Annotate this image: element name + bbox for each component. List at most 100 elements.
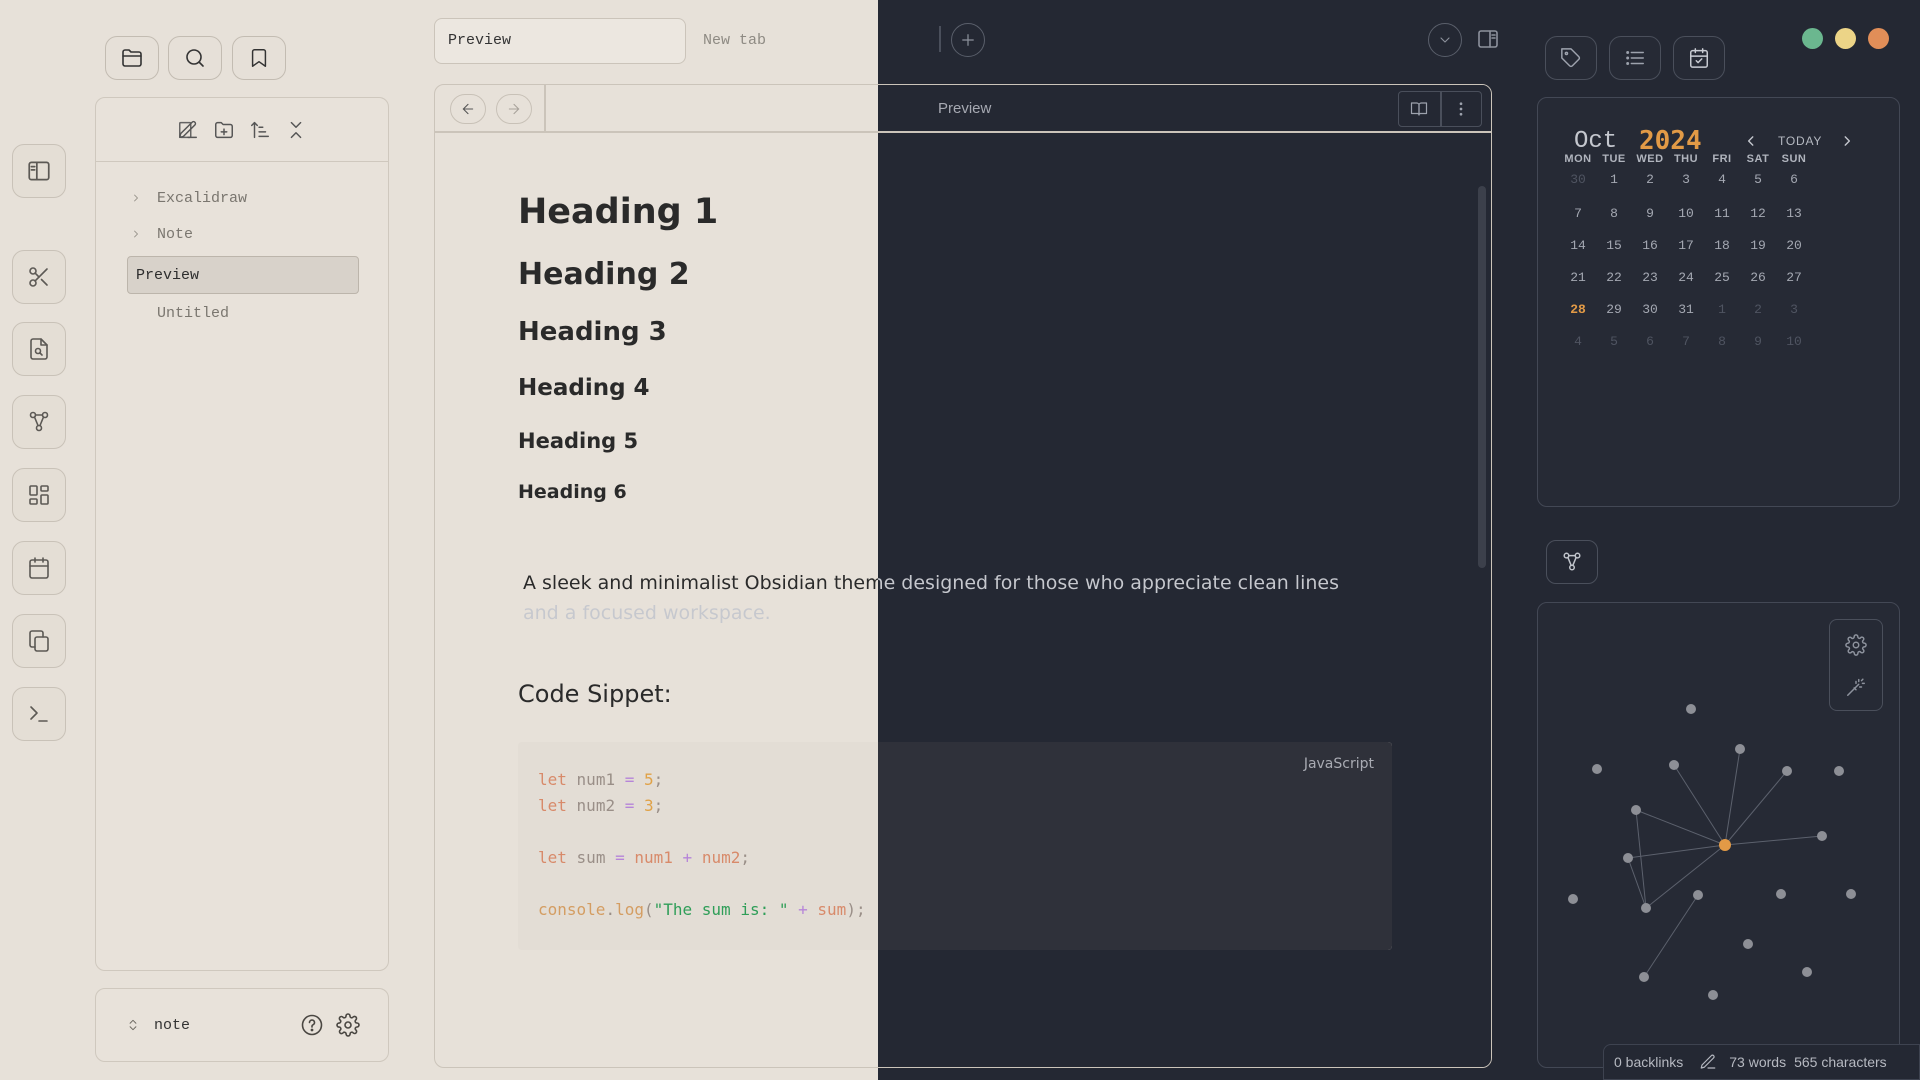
terminal-button[interactable] [12, 687, 66, 741]
calendar-today-button[interactable]: TODAY [1778, 134, 1822, 148]
calendar-day[interactable]: 1 [1594, 172, 1634, 187]
toggle-right-sidebar-button[interactable] [1475, 27, 1501, 51]
calendar-day[interactable]: 20 [1774, 238, 1814, 253]
bookmarks-button[interactable] [232, 36, 286, 80]
calendar-day[interactable]: 30 [1558, 172, 1598, 187]
minimize-window-button[interactable] [1835, 28, 1856, 49]
new-note-icon[interactable] [177, 119, 199, 141]
calendar-day[interactable]: 19 [1738, 238, 1778, 253]
close-window-button[interactable] [1868, 28, 1889, 49]
calendar-day[interactable]: 10 [1666, 206, 1706, 221]
calendar-day[interactable]: 22 [1594, 270, 1634, 285]
calendar-day[interactable]: 7 [1666, 334, 1706, 349]
chevron-right-icon[interactable] [1840, 132, 1854, 150]
calendar-day[interactable]: 23 [1630, 270, 1670, 285]
calendar-day[interactable]: 21 [1558, 270, 1598, 285]
calendar-day[interactable]: 6 [1630, 334, 1670, 349]
calendar-day-today[interactable]: 28 [1558, 302, 1598, 317]
calendar-widget: Oct 2024 TODAY MON TUE WED THU FRI SAT SUN 30 1 2… [1537, 97, 1900, 507]
body-paragraph: A sleek and minimalist Obsidian theme de… [523, 568, 1343, 628]
calendar-day[interactable]: 17 [1666, 238, 1706, 253]
new-tab-button[interactable] [951, 23, 985, 57]
calendar-day[interactable]: 14 [1558, 238, 1598, 253]
outline-button[interactable] [1609, 36, 1661, 80]
calendar-day[interactable]: 12 [1738, 206, 1778, 221]
settings-gear-icon[interactable] [336, 1013, 360, 1037]
chevron-left-icon[interactable] [1744, 132, 1758, 150]
graph-canvas[interactable] [1538, 603, 1901, 1069]
copy-button[interactable] [12, 614, 66, 668]
more-options-icon[interactable] [1451, 100, 1471, 118]
view-header-divider [435, 131, 1491, 133]
tags-button[interactable] [1545, 36, 1597, 80]
calendar-day[interactable]: 8 [1594, 206, 1634, 221]
calendar-day[interactable]: 24 [1666, 270, 1706, 285]
calendar-day[interactable]: 5 [1738, 172, 1778, 187]
graph-view-button[interactable] [12, 395, 66, 449]
chevron-up-down-icon[interactable] [126, 1016, 140, 1034]
daily-note-button[interactable] [12, 541, 66, 595]
backlinks-count[interactable]: 0 backlinks [1614, 1054, 1683, 1070]
code-line: let sum = num1 + num2; [538, 848, 750, 867]
calendar-day[interactable]: 5 [1594, 334, 1634, 349]
calendar-icon [29, 557, 49, 579]
calendar-day[interactable]: 3 [1774, 302, 1814, 317]
calendar-day[interactable]: 2 [1630, 172, 1670, 187]
calendar-day[interactable]: 9 [1630, 206, 1670, 221]
tab-preview[interactable]: Preview [434, 18, 686, 64]
tab-new[interactable]: New tab [703, 32, 766, 49]
maximize-window-button[interactable] [1802, 28, 1823, 49]
new-folder-icon[interactable] [213, 119, 235, 141]
heading-5: Heading 5 [518, 429, 639, 453]
calendar-day[interactable]: 16 [1630, 238, 1670, 253]
calendar-day[interactable]: 4 [1702, 172, 1742, 187]
nav-forward-button[interactable] [496, 94, 532, 124]
calendar-day[interactable]: 6 [1774, 172, 1814, 187]
calendar-day[interactable]: 2 [1738, 302, 1778, 317]
local-graph-button[interactable] [1546, 540, 1598, 584]
calendar-day[interactable]: 9 [1738, 334, 1778, 349]
calendar-day[interactable]: 11 [1702, 206, 1742, 221]
dashboard-button[interactable] [12, 468, 66, 522]
calendar-day[interactable]: 10 [1774, 334, 1814, 349]
tree-file-preview[interactable]: Preview [127, 256, 359, 294]
calendar-day[interactable]: 3 [1666, 172, 1706, 187]
calendar-view-button[interactable] [1673, 36, 1725, 80]
calendar-day[interactable]: 25 [1702, 270, 1742, 285]
collapse-all-icon[interactable] [285, 119, 307, 141]
calendar-day[interactable]: 8 [1702, 334, 1742, 349]
tree-folder-note[interactable]: Note [157, 226, 193, 243]
search-button[interactable] [168, 36, 222, 80]
calendar-day[interactable]: 31 [1666, 302, 1706, 317]
toggle-sidebar-button[interactable] [12, 144, 66, 198]
nav-back-button[interactable] [450, 94, 486, 124]
chevron-right-icon[interactable] [130, 191, 142, 205]
vault-name[interactable]: note [154, 1017, 190, 1034]
calendar-day[interactable]: 7 [1558, 206, 1598, 221]
calendar-day[interactable]: 15 [1594, 238, 1634, 253]
calendar-weekday-header: MON [1564, 153, 1592, 165]
calendar-day[interactable]: 26 [1738, 270, 1778, 285]
file-search-button[interactable] [12, 322, 66, 376]
tree-file-untitled[interactable]: Untitled [157, 305, 229, 322]
editor-scrollbar[interactable] [1478, 186, 1486, 568]
tab-list-dropdown-button[interactable] [1428, 23, 1462, 57]
scissors-button[interactable] [12, 250, 66, 304]
calendar-day[interactable]: 4 [1558, 334, 1598, 349]
calendar-day[interactable]: 1 [1702, 302, 1742, 317]
tree-folder-excalidraw[interactable]: Excalidraw [157, 190, 247, 207]
tab-separator [939, 26, 941, 52]
calendar-weekday-header: FRI [1712, 153, 1732, 165]
reading-view-icon[interactable] [1409, 100, 1429, 118]
calendar-day[interactable]: 30 [1630, 302, 1670, 317]
calendar-day[interactable]: 29 [1594, 302, 1634, 317]
help-icon[interactable] [300, 1013, 324, 1037]
calendar-day[interactable]: 18 [1702, 238, 1742, 253]
calendar-day[interactable]: 13 [1774, 206, 1814, 221]
chevron-right-icon[interactable] [130, 227, 142, 241]
file-explorer-button[interactable] [105, 36, 159, 80]
heading-2: Heading 2 [518, 257, 690, 292]
calendar-day[interactable]: 27 [1774, 270, 1814, 285]
view-header-title: Preview [938, 100, 992, 117]
sort-icon[interactable] [249, 119, 271, 141]
